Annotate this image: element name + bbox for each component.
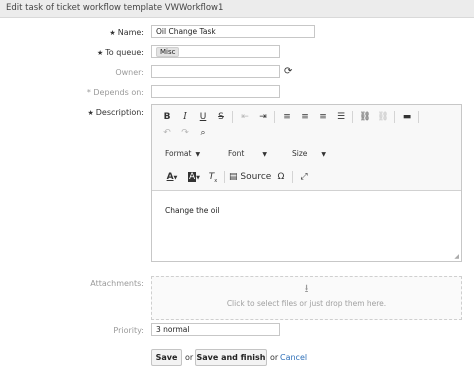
undo-icon[interactable]: ↶ [160, 126, 174, 140]
editor-toolbar: B I U S ⇤ ⇥ ≡ ≡ ≡ ☰ ⛓ ⛓ ▬ ↶ ↷ ⌕ Format ▼ … [152, 105, 461, 191]
description-label: ★ Description: [87, 108, 144, 117]
queue-label: ★ To queue: [96, 48, 144, 57]
depends-on-select[interactable] [151, 85, 280, 98]
font-dropdown[interactable]: Font ▼ [228, 149, 267, 158]
align-left-icon[interactable]: ≡ [280, 110, 294, 124]
chevron-down-icon: ▼ [195, 151, 201, 158]
format-dropdown[interactable]: Format ▼ [165, 149, 200, 158]
required-star-icon: ★ [109, 29, 116, 37]
attachments-dropzone[interactable]: ⭳ Click to select files or just drop the… [151, 276, 462, 320]
align-justify-icon[interactable]: ☰ [334, 110, 348, 124]
upload-icon: ⭳ [304, 282, 309, 295]
toolbar-separator [394, 111, 395, 123]
source-button[interactable]: ▤ Source [229, 170, 273, 184]
size-dropdown[interactable]: Size ▼ [292, 149, 326, 158]
priority-select[interactable]: 3 normal [151, 323, 280, 336]
resize-handle-icon[interactable]: ◢ [454, 253, 459, 260]
toolbar-separator [274, 111, 275, 123]
required-star-icon: ★ [87, 109, 94, 117]
depends-on-label: * Depends on: [86, 88, 144, 97]
name-label: ★ Name: [109, 28, 144, 37]
toolbar-separator [232, 111, 233, 123]
save-and-finish-button[interactable]: Save and finish [195, 349, 267, 366]
cancel-link[interactable]: Cancel [280, 353, 307, 362]
outdent-icon[interactable]: ⇤ [238, 110, 252, 124]
or-text: or [185, 353, 194, 362]
strikethrough-icon[interactable]: S [214, 110, 228, 124]
editor-content[interactable]: Change the oil [165, 206, 220, 215]
redo-icon[interactable]: ↷ [178, 126, 192, 140]
owner-select[interactable] [151, 65, 280, 78]
attachments-label: Attachments: [90, 279, 144, 288]
page-header: Edit task of ticket workflow template VW… [0, 0, 474, 18]
align-center-icon[interactable]: ≡ [298, 110, 312, 124]
link-icon[interactable]: ⛓ [358, 110, 372, 124]
name-input[interactable]: Oil Change Task [151, 25, 315, 38]
maximize-icon[interactable]: ⤢ [297, 170, 311, 184]
source-icon: ▤ [229, 172, 238, 182]
page-title: Edit task of ticket workflow template VW… [6, 3, 224, 13]
dropzone-hint: Click to select files or just drop them … [226, 299, 387, 308]
toolbar-separator [418, 111, 419, 123]
refresh-icon[interactable]: ⟳ [284, 66, 292, 77]
background-color-icon[interactable]: A▼ [184, 170, 204, 184]
horizontal-line-icon[interactable]: ▬ [400, 110, 414, 124]
chevron-down-icon: ▼ [262, 151, 267, 158]
unlink-icon[interactable]: ⛓ [376, 110, 390, 124]
queue-chip[interactable]: Misc [156, 47, 180, 57]
bold-icon[interactable]: B [160, 110, 174, 124]
remove-format-icon[interactable]: Tx [206, 170, 220, 184]
priority-label: Priority: [113, 326, 144, 335]
toolbar-separator [224, 171, 225, 183]
toolbar-separator [292, 171, 293, 183]
toolbar-separator [352, 111, 353, 123]
find-icon[interactable]: ⌕ [196, 126, 210, 140]
name-input-value: Oil Change Task [156, 27, 216, 36]
text-color-icon[interactable]: A▼ [162, 170, 182, 184]
chevron-down-icon: ▼ [321, 151, 327, 158]
align-right-icon[interactable]: ≡ [316, 110, 330, 124]
underline-icon[interactable]: U [196, 110, 210, 124]
owner-label: Owner: [115, 68, 144, 77]
italic-icon[interactable]: I [178, 110, 192, 124]
save-button[interactable]: Save [151, 349, 182, 366]
indent-icon[interactable]: ⇥ [256, 110, 270, 124]
or-text: or [270, 353, 279, 362]
rich-text-editor: B I U S ⇤ ⇥ ≡ ≡ ≡ ☰ ⛓ ⛓ ▬ ↶ ↷ ⌕ Format ▼ … [151, 104, 462, 262]
special-char-icon[interactable]: Ω [274, 170, 288, 184]
queue-select[interactable]: Misc [151, 45, 280, 58]
required-star-icon: ★ [96, 49, 104, 57]
